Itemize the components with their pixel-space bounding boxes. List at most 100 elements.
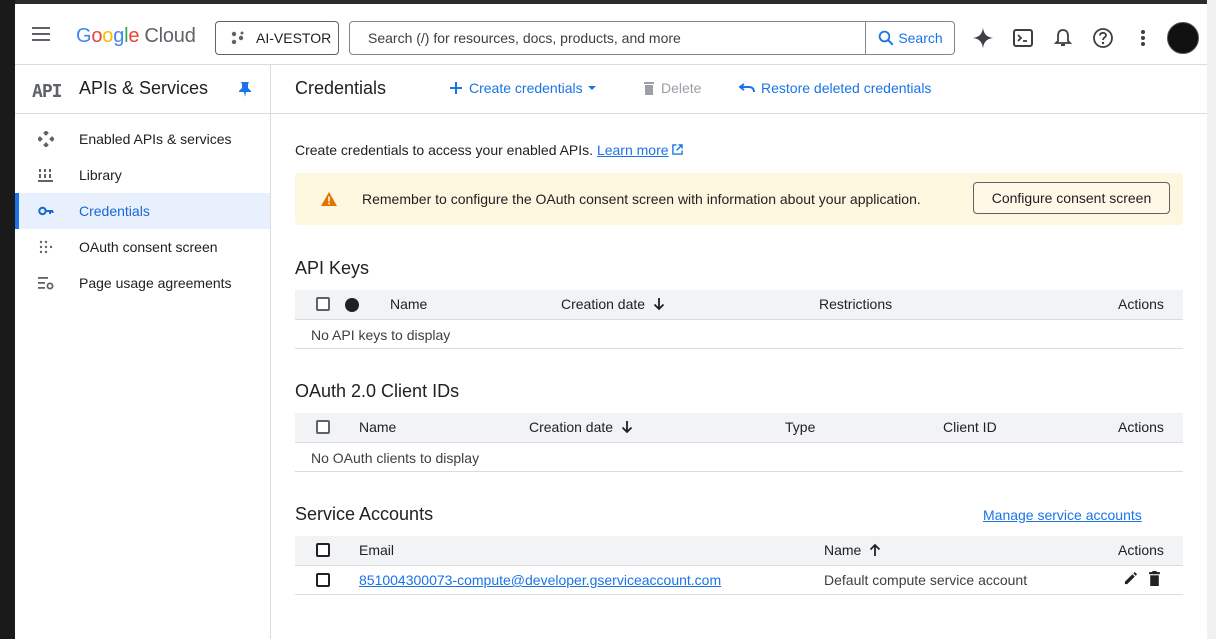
undo-icon <box>739 83 755 93</box>
search-button[interactable]: Search <box>865 22 954 54</box>
service-account-email-link[interactable]: 851004300073-compute@developer.gservicea… <box>359 572 721 588</box>
oauth-title: OAuth 2.0 Client IDs <box>295 381 460 401</box>
sidebar-item-label: OAuth consent screen <box>79 239 218 255</box>
select-all-checkbox[interactable] <box>316 420 330 434</box>
status-column-icon <box>345 298 359 312</box>
delete-row-button[interactable] <box>1148 571 1161 586</box>
logo-letter: g <box>113 25 125 47</box>
create-credentials-button[interactable]: Create credentials <box>449 80 597 96</box>
column-header[interactable]: Name <box>390 296 427 312</box>
page-header: Credentials Create credentials Delete Re… <box>271 65 1207 114</box>
settings-list-icon <box>38 275 54 291</box>
console-window: Google Cloud AI-VESTOR Search (/) for re… <box>15 4 1207 639</box>
terminal-icon <box>1013 29 1033 47</box>
column-header: Restrictions <box>819 296 893 312</box>
logo-letter: G <box>76 25 92 47</box>
delete-label: Delete <box>661 80 702 96</box>
trash-icon <box>1149 571 1160 586</box>
project-dots-icon <box>231 31 244 45</box>
arrow-up-icon <box>870 543 881 556</box>
caret-down-icon <box>587 86 596 90</box>
google-cloud-logo[interactable]: Google Cloud <box>76 25 196 48</box>
external-link-icon <box>672 144 684 155</box>
create-credentials-label: Create credentials <box>469 80 583 96</box>
help-icon <box>1093 28 1113 48</box>
project-name: AI-VESTOR <box>256 30 332 46</box>
sparkle-icon <box>972 27 994 49</box>
restore-credentials-label: Restore deleted credentials <box>761 80 932 96</box>
sidebar-item-label: Page usage agreements <box>79 275 232 291</box>
column-header[interactable]: Client ID <box>943 419 997 435</box>
column-header[interactable]: Email <box>359 542 394 558</box>
column-header: Actions <box>1118 542 1164 558</box>
search-bar: Search <box>349 21 955 55</box>
bell-icon <box>1053 29 1073 46</box>
column-header: Actions <box>1118 296 1164 312</box>
column-header: Actions <box>1118 419 1164 435</box>
column-header-sorted[interactable]: Creation date <box>561 296 665 312</box>
sidebar-item-label: Library <box>79 167 122 183</box>
api-keys-title: API Keys <box>295 258 370 278</box>
arrow-down-icon <box>653 298 665 311</box>
banner-message: Remember to configure the OAuth consent … <box>362 191 921 207</box>
column-header-label: Creation date <box>561 296 646 312</box>
plus-icon <box>450 82 462 94</box>
api-keys-table: Name Creation date Restrictions Actions … <box>295 290 1183 349</box>
select-all-checkbox[interactable] <box>316 543 330 557</box>
sidebar-item-oauth-consent[interactable]: OAuth consent screen <box>15 229 270 265</box>
sidebar-nav: Enabled APIs & services Library Credenti… <box>15 121 270 301</box>
diamond-dots-icon <box>38 131 54 147</box>
more-options-button[interactable] <box>1131 26 1155 50</box>
main-menu-button[interactable] <box>29 24 53 44</box>
table-row: 851004300073-compute@developer.gservicea… <box>295 566 1183 595</box>
sidebar-item-label: Enabled APIs & services <box>79 131 232 147</box>
project-picker-button[interactable]: AI-VESTOR <box>215 21 339 55</box>
intro-text: Create credentials to access your enable… <box>295 142 684 158</box>
logo-letter: e <box>128 25 140 47</box>
sidebar-header: API APIs & Services <box>15 65 270 114</box>
column-header-label: Name <box>824 542 862 558</box>
delete-button[interactable]: Delete <box>643 80 701 96</box>
select-all-checkbox[interactable] <box>316 297 330 311</box>
configure-consent-button[interactable]: Configure consent screen <box>973 182 1170 214</box>
sidebar-item-page-usage[interactable]: Page usage agreements <box>15 265 270 301</box>
sidebar-item-enabled-apis[interactable]: Enabled APIs & services <box>15 121 270 157</box>
oauth-table: Name Creation date Type Client ID Action… <box>295 413 1183 472</box>
pin-icon <box>239 82 251 97</box>
pin-button[interactable] <box>238 81 252 102</box>
top-bar: Google Cloud AI-VESTOR Search <box>15 4 1207 65</box>
restore-credentials-button[interactable]: Restore deleted credentials <box>739 80 931 96</box>
background-window-strip <box>0 0 15 639</box>
table-header: Name Creation date Type Client ID Action… <box>295 413 1183 443</box>
column-header[interactable]: Type <box>785 419 815 435</box>
page-title: Credentials <box>295 78 387 98</box>
search-input[interactable] <box>350 22 865 54</box>
notifications-button[interactable] <box>1051 26 1075 50</box>
arrow-down-icon <box>621 421 633 434</box>
column-header-sorted[interactable]: Name <box>824 542 881 558</box>
avatar[interactable] <box>1167 22 1199 54</box>
dots-grid-icon <box>38 239 54 255</box>
help-button[interactable] <box>1091 26 1115 50</box>
learn-more-link[interactable]: Learn more <box>597 142 669 158</box>
edit-button[interactable] <box>1123 571 1138 586</box>
api-logo: API <box>32 81 62 102</box>
service-accounts-title: Service Accounts <box>295 504 434 524</box>
sidebar-item-library[interactable]: Library <box>15 157 270 193</box>
search-icon <box>879 30 894 46</box>
sidebar-item-credentials[interactable]: Credentials <box>15 193 270 229</box>
main-content: Credentials Create credentials Delete Re… <box>271 65 1207 639</box>
cloud-shell-button[interactable] <box>1011 26 1035 50</box>
column-header-label: Creation date <box>529 419 614 435</box>
sidebar-item-label: Credentials <box>79 203 150 219</box>
manage-service-accounts-link[interactable]: Manage service accounts <box>983 507 1142 523</box>
column-header-sorted[interactable]: Creation date <box>529 419 633 435</box>
column-header[interactable]: Name <box>359 419 396 435</box>
warning-icon <box>321 192 337 206</box>
oauth-warning-banner: Remember to configure the OAuth consent … <box>295 173 1183 225</box>
gemini-button[interactable] <box>971 26 995 50</box>
service-accounts-table: Email Name Actions 851004300073-compute@… <box>295 536 1183 595</box>
empty-row: No OAuth clients to display <box>295 443 1183 472</box>
row-checkbox[interactable] <box>316 573 330 587</box>
logo-cloud-text: Cloud <box>144 25 196 47</box>
